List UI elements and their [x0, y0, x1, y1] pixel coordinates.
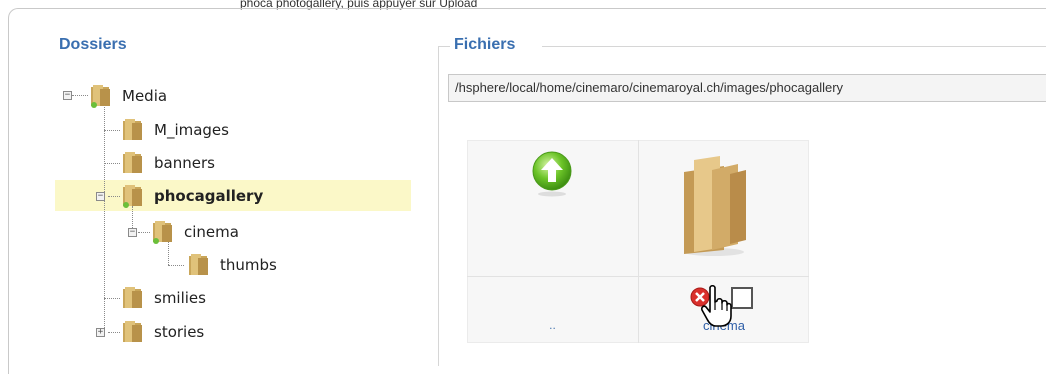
- tree-item-label: smilies: [154, 289, 206, 307]
- tree-item-label: phocagallery: [154, 187, 264, 205]
- tree-item-cinema[interactable]: cinema: [150, 217, 239, 247]
- tree-item-label: cinema: [184, 223, 239, 241]
- tree-item-label: thumbs: [220, 256, 277, 274]
- grid-divider: [467, 276, 809, 277]
- fichiers-title: Fichiers: [454, 36, 516, 53]
- folder-icon: [88, 83, 114, 109]
- collapse-toggle-icon[interactable]: −: [96, 192, 105, 201]
- tree-item-label: M_images: [154, 121, 229, 139]
- folder-icon: [120, 285, 146, 311]
- collapse-toggle-icon[interactable]: −: [63, 91, 72, 100]
- collapse-toggle-icon[interactable]: −: [128, 228, 137, 237]
- tree-line: [104, 298, 120, 299]
- page: phoca photogallery, puis appuyer sur Upl…: [0, 0, 1046, 374]
- folder-icon: [120, 183, 146, 209]
- tree-item-label: banners: [154, 154, 215, 172]
- grid-divider: [638, 140, 639, 343]
- select-checkbox[interactable]: [731, 287, 753, 309]
- path-field[interactable]: /hsphere/local/home/cinemaro/cinemaroyal…: [448, 74, 1046, 102]
- fieldset-border: [542, 46, 1046, 47]
- hand-cursor-icon: [700, 284, 734, 328]
- tree-item-thumbs[interactable]: thumbs: [186, 250, 277, 280]
- folder-icon[interactable]: [672, 152, 752, 260]
- folder-icon: [186, 252, 212, 278]
- tree-item-label: Media: [122, 87, 168, 105]
- folder-icon: [120, 319, 146, 345]
- tree-item-label: stories: [154, 323, 205, 341]
- folder-icon: [120, 117, 146, 143]
- tree-line: [168, 265, 184, 266]
- expand-toggle-icon[interactable]: +: [96, 328, 105, 337]
- tree-line: [138, 232, 150, 233]
- tree-line: [108, 332, 120, 333]
- tree-item-banners[interactable]: banners: [120, 148, 215, 178]
- dossiers-title: Dossiers: [59, 36, 127, 53]
- fieldset-border: [438, 46, 439, 366]
- tree-item-phocagallery[interactable]: phocagallery: [120, 181, 263, 211]
- tree-line: [108, 196, 120, 197]
- tree-item-media[interactable]: Media: [88, 81, 167, 111]
- tree-item-smilies[interactable]: smilies: [120, 283, 206, 313]
- folder-icon: [150, 219, 176, 245]
- folder-icon: [120, 150, 146, 176]
- parent-folder-link[interactable]: ..: [467, 318, 638, 332]
- fieldset-border: [438, 46, 450, 47]
- tree-line: [104, 130, 120, 131]
- tree-item-m-images[interactable]: M_images: [120, 115, 229, 145]
- tree-line: [104, 163, 120, 164]
- tree-item-stories[interactable]: stories: [120, 317, 204, 347]
- up-arrow-icon[interactable]: [527, 148, 577, 198]
- tree-line: [72, 95, 88, 96]
